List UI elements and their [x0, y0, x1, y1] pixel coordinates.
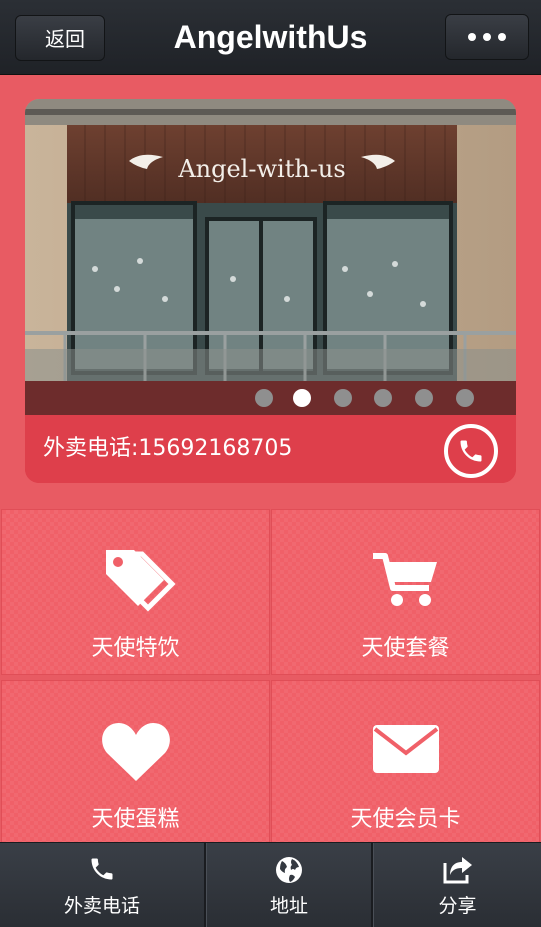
delivery-phone-text: 外卖电话:15692168705 — [43, 436, 293, 461]
menu-item-label: 天使蛋糕 — [91, 807, 180, 832]
delivery-phone-strip[interactable]: 外卖电话:15692168705 — [25, 415, 516, 483]
tab-label: 分享 — [438, 895, 477, 917]
heart-icon — [101, 723, 170, 781]
more-dots-icon — [483, 33, 491, 41]
cart-icon — [372, 553, 437, 606]
share-icon — [443, 857, 472, 884]
tab-label: 地址 — [269, 895, 308, 917]
menu-item-cakes[interactable]: 天使蛋糕 — [1, 680, 270, 846]
phone-icon — [460, 440, 482, 462]
back-button-label: 返回 — [45, 27, 85, 51]
phone-icon — [91, 858, 113, 880]
menu-item-label: 天使特饮 — [91, 636, 180, 661]
call-button[interactable] — [444, 424, 498, 478]
menu-item-membership-card[interactable]: 天使会员卡 — [271, 680, 540, 846]
envelope-icon — [372, 725, 439, 773]
more-dots-icon — [468, 33, 476, 41]
globe-icon — [276, 857, 302, 883]
slide-dot[interactable] — [415, 389, 433, 407]
back-button[interactable]: 返回 — [15, 15, 105, 61]
menu-grid: 天使特饮 天使套餐 天使蛋糕 天使会员卡 — [0, 508, 541, 846]
menu-item-sets[interactable]: 天使套餐 — [271, 509, 540, 675]
slide-dot[interactable] — [334, 389, 352, 407]
menu-item-label: 天使会员卡 — [350, 807, 461, 832]
slide-dot[interactable] — [255, 389, 273, 407]
tab-share[interactable]: 分享 — [374, 843, 541, 927]
storefront-photo[interactable]: Angel-with-us — [25, 99, 516, 415]
more-dots-icon — [498, 33, 506, 41]
slide-dot[interactable] — [374, 389, 392, 407]
page-title: AngelwithUs — [173, 19, 368, 55]
slide-dot[interactable] — [456, 389, 474, 407]
menu-item-drinks[interactable]: 天使特饮 — [1, 509, 270, 675]
slide-indicator — [25, 381, 516, 415]
menu-item-label: 天使套餐 — [361, 636, 450, 661]
more-button[interactable] — [445, 14, 529, 60]
tab-address[interactable]: 地址 — [207, 843, 371, 927]
tab-label: 外卖电话 — [63, 895, 140, 917]
bottom-nav-bar: 外卖电话 地址 分享 — [0, 842, 541, 927]
sign-text: Angel-with-us — [177, 155, 345, 183]
tags-icon — [105, 550, 176, 612]
banner-card: Angel-with-us 外卖电话:15692168705 — [25, 99, 516, 483]
slide-dot-active[interactable] — [293, 389, 311, 407]
top-nav-bar: 返回 AngelwithUs — [0, 0, 541, 75]
tab-delivery-phone[interactable]: 外卖电话 — [0, 843, 204, 927]
